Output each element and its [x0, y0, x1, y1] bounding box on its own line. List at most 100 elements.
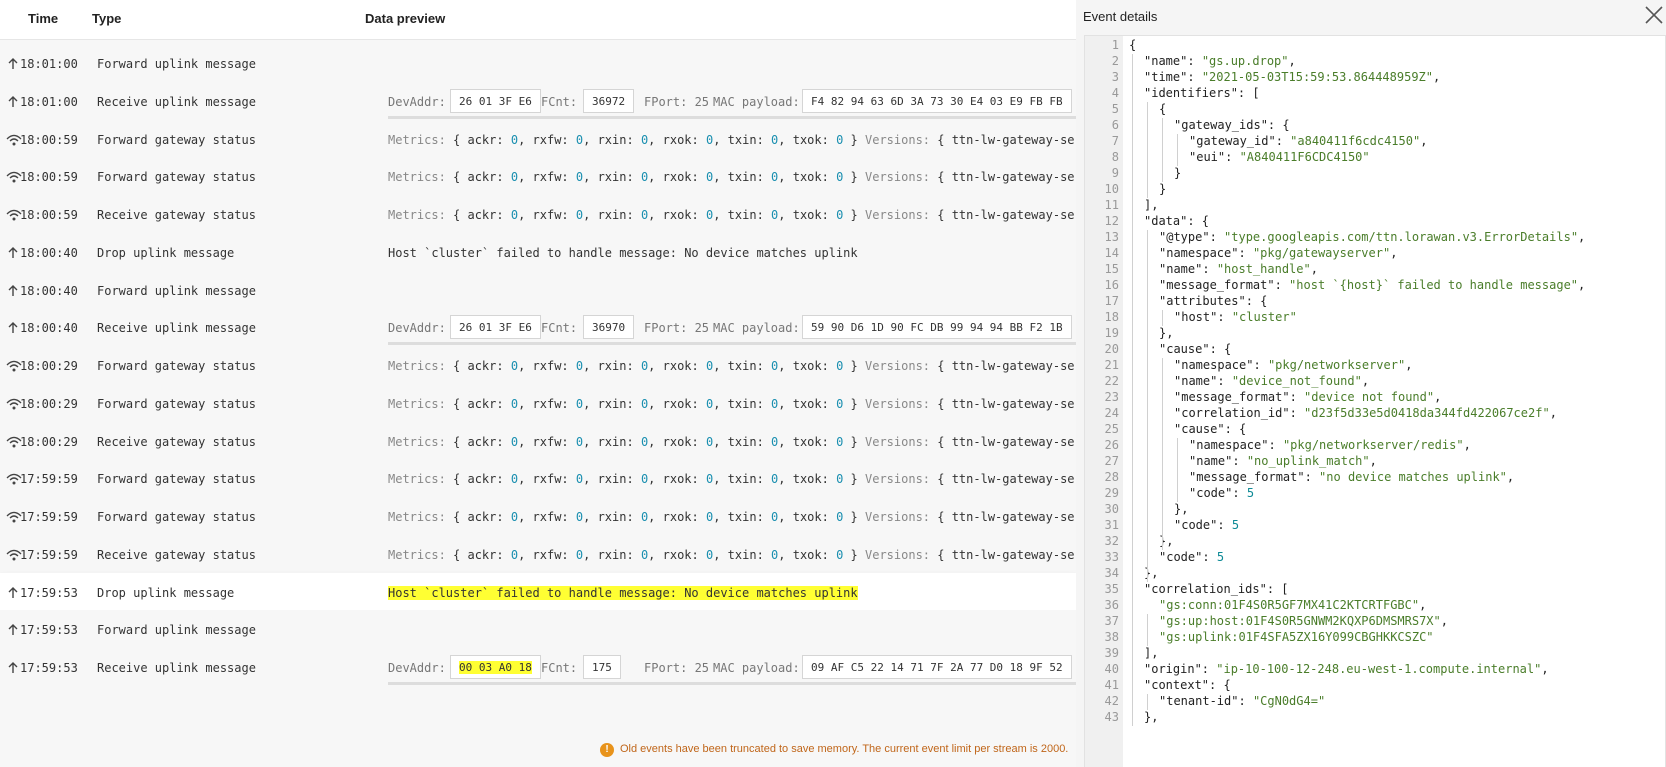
line-number: 20: [1104, 342, 1119, 356]
metrics-open-brace: {: [453, 359, 468, 373]
event-row[interactable]: 18:01:00 Forward uplink message: [0, 44, 1076, 84]
event-row[interactable]: 17:59:59 Forward gateway status Metrics: {…: [0, 459, 1076, 500]
arrow-up-icon: [6, 661, 20, 675]
fport-value: FPort: 25: [644, 661, 710, 675]
gateway-icon: [6, 133, 22, 147]
indent-guide: [1147, 230, 1148, 582]
mac-payload-value[interactable]: 09 AF C5 22 14 71 7F 2A 77 D0 18 9F 52: [802, 655, 1072, 679]
event-row[interactable]: 18:00:59 Forward gateway status Metrics: {…: [0, 157, 1076, 198]
versions-value: { ttn-lw-gateway-ser: [937, 472, 1076, 487]
mac-payload-value[interactable]: F4 82 94 63 6D 3A 73 30 E4 03 E9 FB FB: [802, 88, 1072, 113]
event-type: Forward gateway status: [97, 472, 256, 487]
event-data-preview: Metrics: { ackr: 0, rxfw: 0, rxin: 0, rx…: [388, 396, 1076, 418]
json-string: "cluster": [1231, 310, 1297, 324]
json-punctuation: ],: [1144, 646, 1159, 660]
event-row[interactable]: 17:59:53 Receive uplink message DevAddr: 00…: [0, 648, 1076, 688]
line-number: 14: [1104, 246, 1119, 260]
json-line: 17 "attributes": {: [1085, 294, 1665, 311]
metric-key: ackr:: [467, 434, 511, 449]
payload-underline: [388, 115, 1076, 119]
json-key: "name": [1189, 454, 1233, 468]
metrics-label: Metrics:: [388, 434, 454, 449]
event-json-viewer[interactable]: 1{2 "name": "gs.up.drop", 3 "time": "2021-0…: [1084, 35, 1666, 767]
indent-guide: [1147, 694, 1148, 710]
event-row[interactable]: 18:00:29 Forward gateway status Metrics: {…: [0, 383, 1076, 424]
json-line-content: ],: [1144, 646, 1158, 660]
json-punctuation: :: [1202, 550, 1217, 564]
metric-key: rxfw:: [532, 396, 576, 411]
column-header-time[interactable]: Time: [28, 11, 58, 26]
event-row[interactable]: 18:00:59 Receive gateway status Metrics: {…: [0, 195, 1076, 235]
event-row[interactable]: 18:00:40 Drop uplink message Host `cluster…: [0, 232, 1076, 273]
json-string: "A840411F6CDC4150": [1239, 150, 1370, 164]
event-time: 18:00:40: [20, 321, 78, 336]
json-line: 40 "origin": "ip-10-100-12-248.eu-west-1.…: [1085, 662, 1665, 679]
gateway-icon: [6, 472, 22, 486]
json-key: "name": [1144, 54, 1188, 68]
json-punctuation: : {: [1187, 214, 1210, 228]
json-line: 8 "eui": "A840411F6CDC4150": [1085, 150, 1665, 167]
event-row[interactable]: 18:00:29 Receive gateway status Metrics: {…: [0, 421, 1076, 462]
devaddr-value[interactable]: 00 03 A0 18: [450, 655, 541, 679]
arrow-up-icon: [6, 321, 20, 335]
event-row[interactable]: 17:59:59 Receive gateway status Metrics: {…: [0, 534, 1076, 575]
json-string: "device_not_found": [1231, 374, 1362, 388]
devaddr-value[interactable]: 26 01 3F E6: [450, 315, 541, 340]
metrics-open-brace: {: [453, 170, 468, 185]
json-number: 5: [1246, 486, 1255, 500]
json-punctuation: ,: [1578, 230, 1586, 244]
event-type: Forward uplink message: [97, 623, 256, 638]
metrics-label: Metrics:: [388, 208, 454, 222]
line-number: 25: [1104, 422, 1119, 436]
event-row[interactable]: 18:01:00 Receive uplink message DevAddr: 26…: [0, 81, 1076, 122]
json-string: "2021-05-03T15:59:53.864448959Z": [1201, 70, 1433, 84]
json-line: 34},: [1085, 566, 1665, 583]
metric-key: txok:: [792, 434, 837, 449]
json-line-content: "correlation_id": "d23f5d33e5d0418da344f…: [1174, 406, 1557, 420]
close-icon[interactable]: [1643, 4, 1665, 26]
indent-guide: [1147, 614, 1148, 646]
event-row[interactable]: 18:00:29 Forward gateway status Metrics: {…: [0, 346, 1076, 386]
line-number: 31: [1104, 518, 1119, 532]
metric-key: txin:: [727, 510, 772, 524]
metric-key: rxin:: [597, 547, 641, 562]
column-header-type[interactable]: Type: [92, 11, 121, 26]
line-number: 42: [1104, 694, 1119, 708]
event-row[interactable]: 17:59:53 Forward uplink message: [0, 610, 1076, 651]
metric-key: ackr:: [467, 396, 511, 411]
line-number: 13: [1104, 230, 1119, 244]
json-key: "gateway_ids": [1174, 118, 1268, 132]
json-line-content: "code": 5: [1189, 486, 1254, 500]
json-line-content: "attributes": {: [1159, 294, 1267, 308]
json-punctuation: : {: [1224, 422, 1247, 436]
metrics-open-brace: {: [453, 547, 468, 562]
metric-key: ackr:: [467, 132, 511, 147]
metric-value: 0: [836, 170, 844, 185]
metric-key: txin:: [727, 396, 772, 411]
gateway-metrics-preview: Metrics: { ackr: 0, rxfw: 0, rxin: 0, rx…: [388, 435, 1076, 449]
metric-value: 0: [771, 208, 779, 222]
event-data-preview: Metrics: { ackr: 0, rxfw: 0, rxin: 0, rx…: [388, 509, 1076, 531]
fcnt-value[interactable]: 175: [583, 655, 621, 679]
fcnt-value[interactable]: 36970: [583, 315, 635, 340]
event-row[interactable]: 18:00:40 Receive uplink message DevAddr: 26…: [0, 308, 1076, 349]
event-row[interactable]: 18:00:40 Forward uplink message: [0, 270, 1076, 311]
devaddr-highlighted-text: 00 03 A0 18: [459, 661, 532, 674]
json-key: "name": [1174, 374, 1218, 388]
event-row[interactable]: 17:59:53 Drop uplink message Host `cluster…: [0, 572, 1076, 613]
event-row[interactable]: 18:00:59 Forward gateway status Metrics: {…: [0, 119, 1076, 160]
event-row[interactable]: 17:59:59 Forward gateway status Metrics: {…: [0, 497, 1076, 537]
mac-payload-value[interactable]: 59 90 D6 1D 90 FC DB 99 94 94 BB F2 1B: [802, 315, 1072, 340]
json-line-content: "name": "no_uplink_match",: [1189, 454, 1377, 468]
line-number: 23: [1104, 390, 1119, 404]
devaddr-value[interactable]: 26 01 3F E6: [450, 88, 541, 113]
fcnt-value[interactable]: 36972: [583, 88, 635, 113]
line-number: 2: [1111, 54, 1119, 68]
versions-label: Versions:: [865, 510, 938, 524]
json-number: 5: [1231, 518, 1240, 532]
metric-key: rxin:: [597, 359, 641, 373]
event-type: Receive gateway status: [97, 434, 256, 449]
metrics-label: Metrics:: [388, 359, 454, 373]
json-punctuation: ,: [1390, 246, 1398, 260]
line-number: 29: [1104, 486, 1119, 500]
